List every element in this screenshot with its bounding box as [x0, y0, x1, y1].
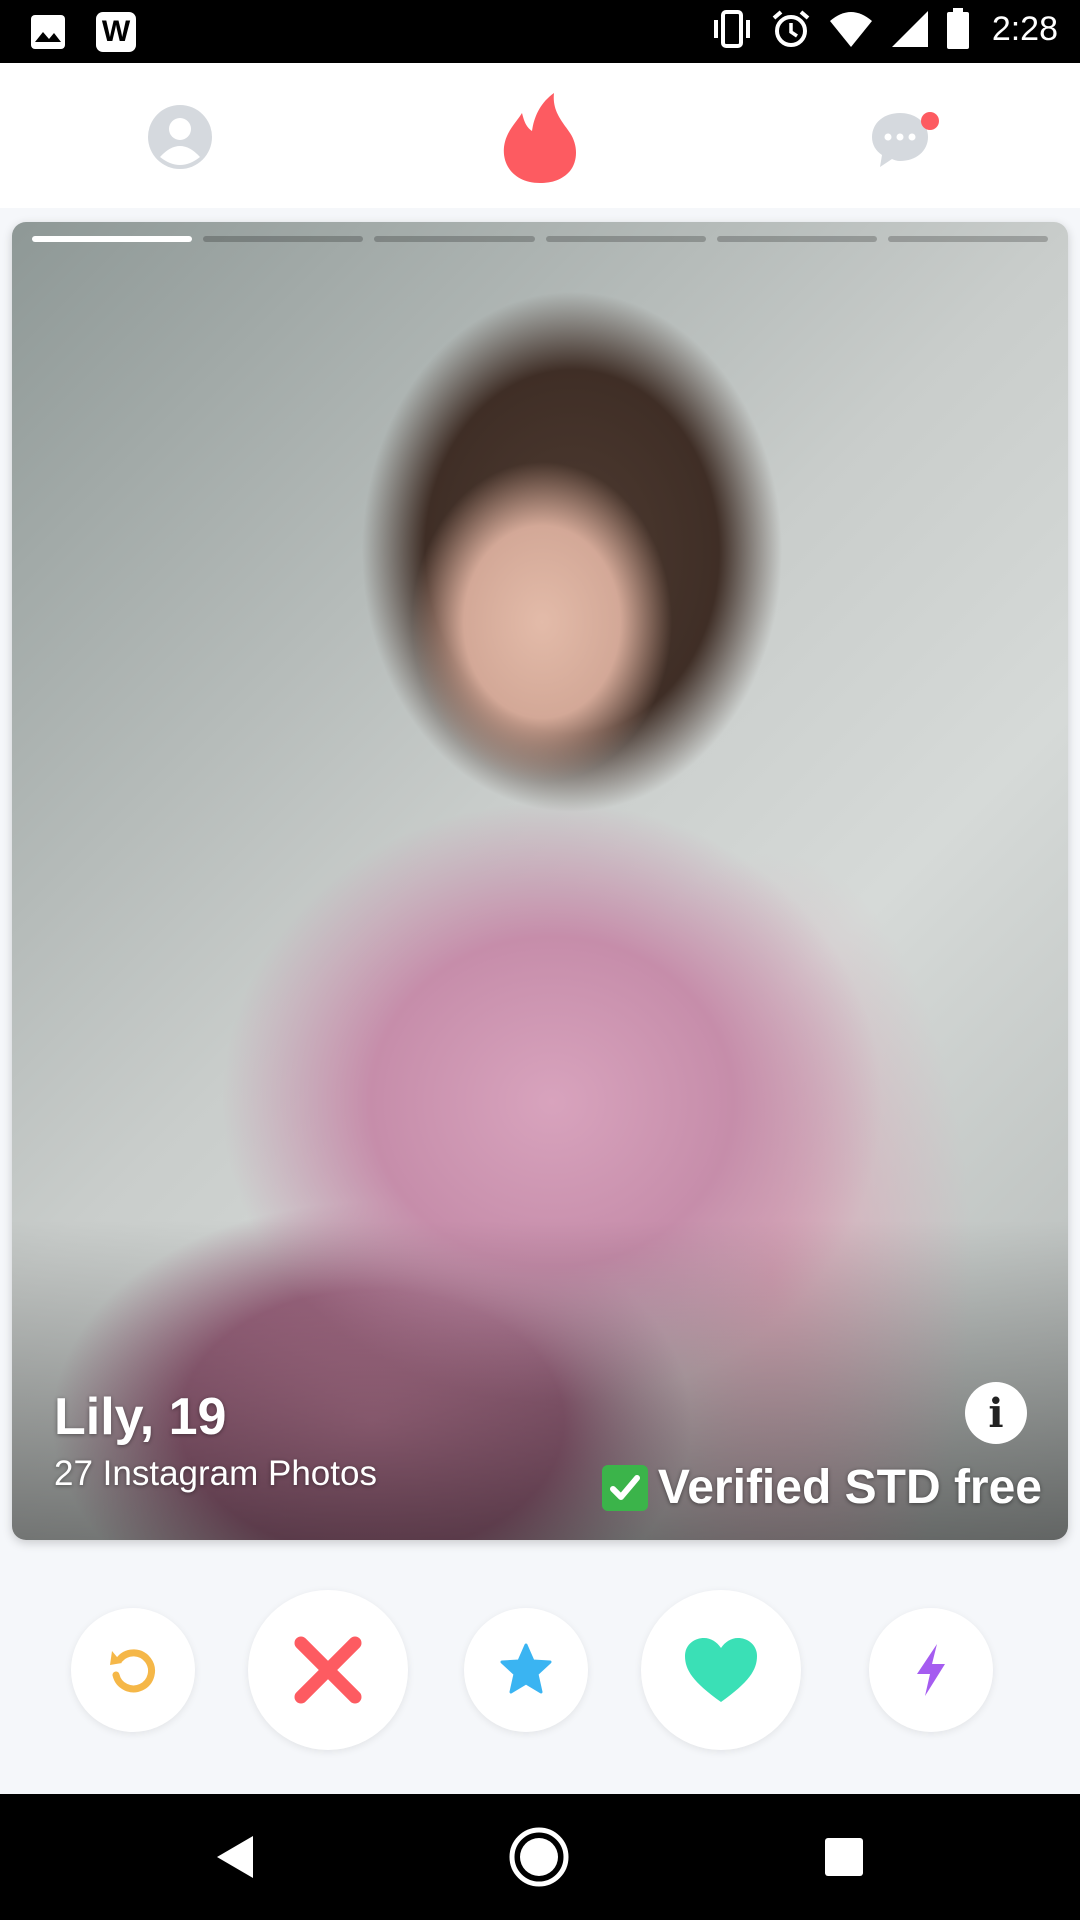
- photo-indicator[interactable]: [716, 236, 877, 242]
- w-app-icon: W: [96, 12, 136, 52]
- instagram-photos-count: 27 Instagram Photos: [54, 1454, 377, 1493]
- home-icon[interactable]: [508, 1826, 570, 1888]
- photo-indicator[interactable]: [374, 236, 535, 242]
- chat-icon[interactable]: [870, 107, 940, 171]
- photo-indicator[interactable]: [545, 236, 706, 242]
- info-icon: i: [988, 1389, 1004, 1437]
- profile-card[interactable]: Lily, 19 27 Instagram Photos i Verified …: [12, 222, 1068, 1540]
- action-bar: [0, 1580, 1080, 1760]
- clock: 2:28: [991, 9, 1058, 48]
- status-bar: W 2:28: [0, 0, 1080, 63]
- lightning-icon: [917, 1644, 945, 1696]
- rewind-button[interactable]: [71, 1608, 195, 1732]
- back-icon[interactable]: [215, 1834, 255, 1880]
- heart-icon: [685, 1638, 757, 1702]
- alarm-icon: [772, 10, 810, 47]
- like-button[interactable]: [641, 1590, 801, 1750]
- system-nav-bar: [0, 1794, 1080, 1920]
- info-button[interactable]: i: [965, 1382, 1027, 1444]
- flame-logo-icon[interactable]: [500, 91, 580, 185]
- top-nav: [0, 63, 1080, 208]
- wifi-icon: [829, 12, 872, 47]
- verified-text: Verified STD free: [657, 1461, 1042, 1514]
- vibrate-icon: [713, 10, 750, 48]
- boost-button[interactable]: [869, 1608, 993, 1732]
- profile-icon[interactable]: [148, 105, 212, 169]
- super-like-button[interactable]: [464, 1608, 588, 1732]
- x-icon: [294, 1636, 362, 1704]
- checkmark-icon: [601, 1464, 648, 1511]
- image-icon: [31, 15, 65, 49]
- rewind-icon: [110, 1649, 155, 1693]
- photo-indicator[interactable]: [32, 236, 193, 242]
- photo-indicator[interactable]: [887, 236, 1049, 242]
- photo-indicator[interactable]: [203, 236, 364, 242]
- cell-signal-icon: [891, 11, 928, 47]
- battery-icon: [946, 8, 969, 49]
- verified-badge: Verified STD free: [601, 1460, 1042, 1515]
- profile-name-age: Lily, 19: [54, 1388, 227, 1446]
- photo-progress-bar: [32, 236, 1049, 242]
- nope-button[interactable]: [248, 1590, 408, 1750]
- star-icon: [500, 1643, 552, 1694]
- recents-icon[interactable]: [825, 1838, 863, 1876]
